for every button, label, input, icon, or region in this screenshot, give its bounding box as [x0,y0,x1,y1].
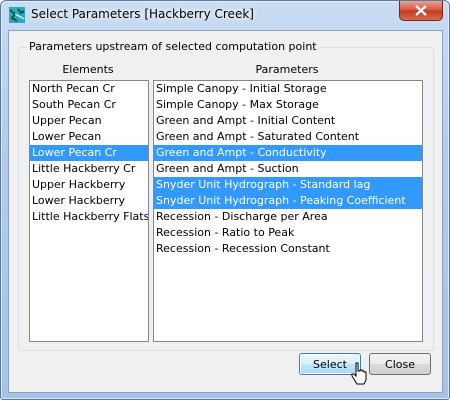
element-list-item[interactable]: North Pecan Cr [30,81,148,97]
group-legend: Parameters upstream of selected computat… [27,40,319,53]
element-list-item[interactable]: Lower Pecan [30,129,148,145]
parameter-list-item[interactable]: Recession - Discharge per Area [154,209,422,225]
parameter-list-item[interactable]: Recession - Recession Constant [154,241,422,257]
title-bar[interactable]: Select Parameters [Hackberry Creek] [1,1,449,29]
parameter-list-item[interactable]: Green and Ampt - Initial Content [154,113,422,129]
dialog-window: Select Parameters [Hackberry Creek] Para… [0,0,450,400]
parameters-header: Parameters [255,63,319,76]
parameter-list-item[interactable]: Simple Canopy - Initial Storage [154,81,422,97]
parameter-list-item[interactable]: Recession - Ratio to Peak [154,225,422,241]
parameters-list[interactable]: Simple Canopy - Initial Storage Simple Ca… [153,80,423,342]
close-icon [415,5,427,16]
parameter-list-item[interactable]: Green and Ampt - Suction [154,161,422,177]
close-button[interactable]: Close [369,353,431,375]
element-list-item[interactable]: Lower Pecan Cr [30,145,148,161]
mouse-cursor-icon [351,362,367,385]
element-list-item[interactable]: Upper Pecan [30,113,148,129]
parameter-list-item[interactable]: Simple Canopy - Max Storage [154,97,422,113]
parameters-group: Parameters upstream of selected computat… [18,40,434,351]
hms-basin-icon [9,7,25,23]
parameter-list-item[interactable]: Snyder Unit Hydrograph - Peaking Coeffic… [154,193,422,209]
elements-list[interactable]: North Pecan Cr South Pecan Cr Upper Pecan L… [29,80,149,342]
element-list-item[interactable]: Little Hackberry Flats [30,209,148,225]
elements-header: Elements [62,63,114,76]
element-list-item[interactable]: Lower Hackberry [30,193,148,209]
element-list-item[interactable]: Little Hackberry Cr [30,161,148,177]
window-close-button[interactable] [399,1,443,21]
element-list-item[interactable]: Upper Hackberry [30,177,148,193]
dialog-body: Parameters upstream of selected computat… [8,30,443,393]
parameter-list-item[interactable]: Snyder Unit Hydrograph - Standard lag [154,177,422,193]
parameter-list-item[interactable]: Green and Ampt - Saturated Content [154,129,422,145]
element-list-item[interactable]: South Pecan Cr [30,97,148,113]
window-title: Select Parameters [Hackberry Creek] [31,7,254,21]
parameter-list-item[interactable]: Green and Ampt - Conductivity [154,145,422,161]
